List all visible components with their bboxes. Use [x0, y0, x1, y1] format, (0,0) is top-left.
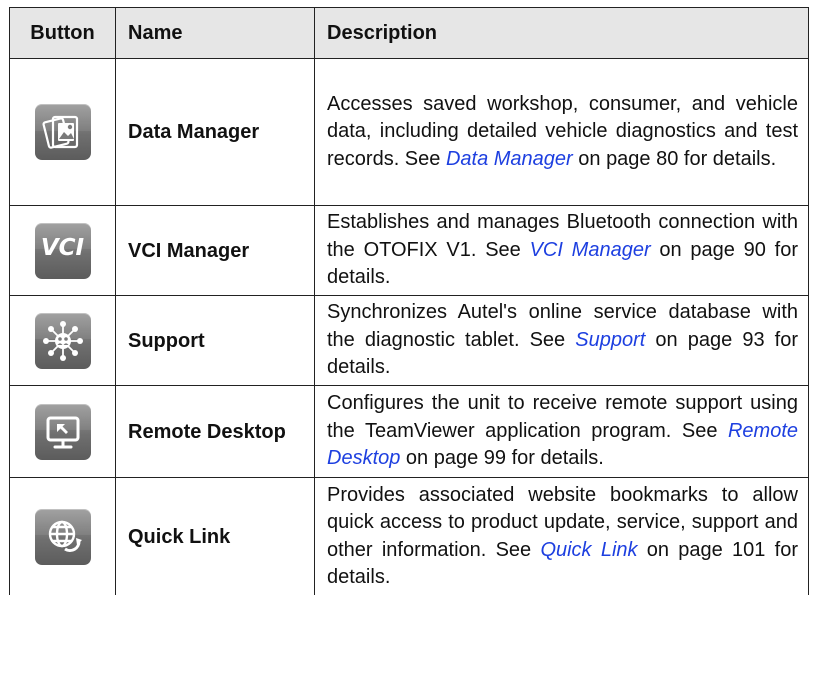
icon-cell: VCI	[9, 205, 116, 296]
row-description: Establishes and manages Bluetooth connec…	[314, 205, 809, 296]
table-header-row: Button Name Description	[9, 7, 809, 59]
vci-icon-label: VCI	[40, 234, 85, 261]
vci-manager-link[interactable]: VCI Manager	[530, 239, 651, 261]
data-manager-icon[interactable]	[34, 104, 91, 160]
row-description: Synchronizes Autel's online service data…	[314, 295, 809, 386]
table-row: VCI VCI Manager Establishes and manages …	[9, 205, 809, 296]
row-name: VCI Manager	[115, 205, 315, 296]
table-row: Quick Link Provides associated website b…	[9, 477, 809, 595]
icon-cell	[9, 295, 116, 386]
row-name: Remote Desktop	[115, 385, 315, 478]
row-description: Configures the unit to receive remote su…	[314, 385, 809, 478]
icon-cell	[9, 477, 116, 595]
row-name: Support	[115, 295, 315, 386]
icon-cell	[9, 58, 116, 206]
button-reference-table: Button Name Description Data Manager Acc…	[9, 7, 809, 595]
icon-cell	[9, 385, 116, 478]
table-row: Support Synchronizes Autel's online serv…	[9, 295, 809, 386]
header-button: Button	[9, 7, 116, 59]
row-description: Accesses saved workshop, consumer, and v…	[314, 58, 809, 206]
row-description: Provides associated website bookmarks to…	[314, 477, 809, 595]
quick-link-link[interactable]: Quick Link	[540, 539, 637, 561]
support-link[interactable]: Support	[575, 329, 645, 351]
support-icon[interactable]	[34, 312, 91, 369]
header-name: Name	[115, 7, 315, 59]
vci-manager-icon[interactable]: VCI	[34, 222, 91, 279]
quick-link-icon[interactable]	[34, 508, 91, 565]
data-manager-link[interactable]: Data Manager	[446, 148, 573, 170]
row-name: Quick Link	[115, 477, 315, 595]
header-description: Description	[314, 7, 809, 59]
table-row: Remote Desktop Configures the unit to re…	[9, 385, 809, 478]
remote-desktop-icon[interactable]	[34, 403, 91, 460]
row-name: Data Manager	[115, 58, 315, 206]
table-row: Data Manager Accesses saved workshop, co…	[9, 58, 809, 206]
